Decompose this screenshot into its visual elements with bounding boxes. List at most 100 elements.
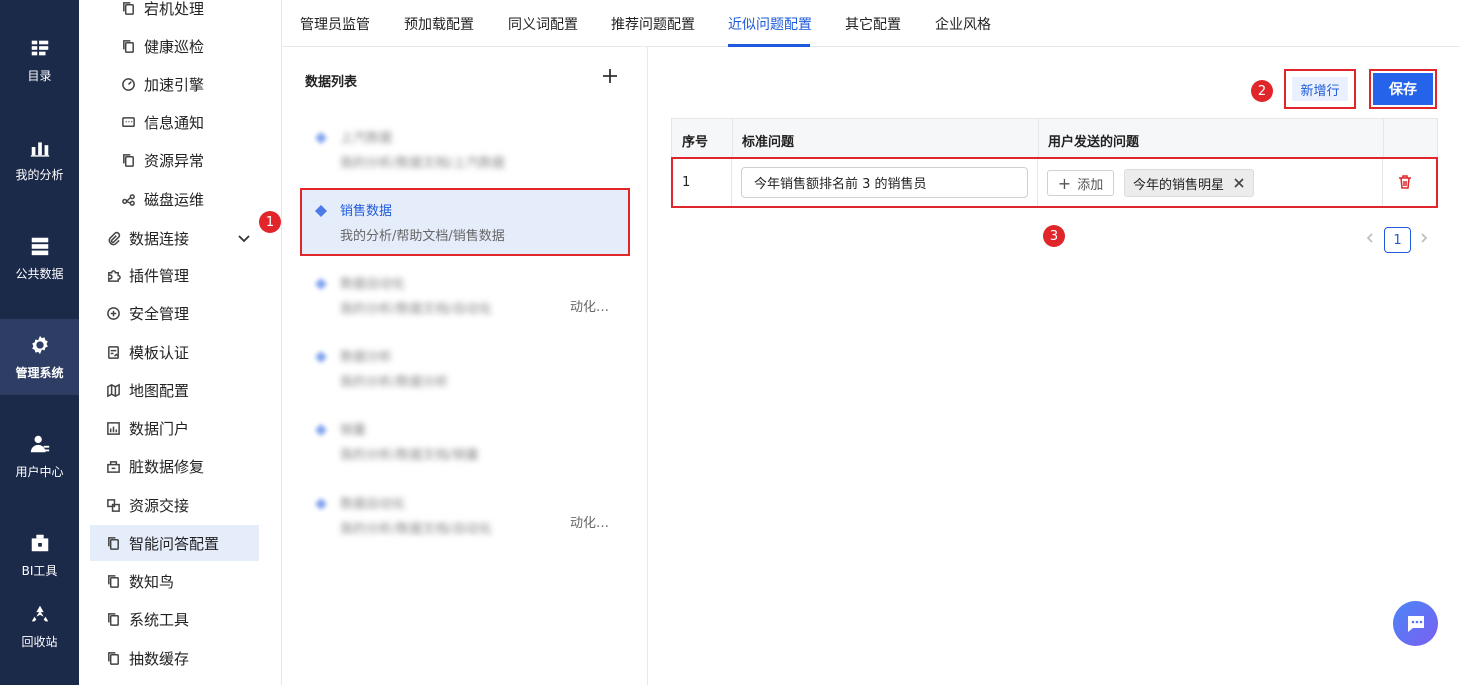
data-list-title: 数据列表 bbox=[305, 75, 358, 90]
rail-item-analysis[interactable]: 我的分析 bbox=[0, 121, 79, 197]
menu-item-health-check[interactable]: 健康巡检 bbox=[79, 28, 282, 64]
rail-label: 目录 bbox=[27, 69, 52, 83]
list-item-path: 我的分析/数据文档/销量 bbox=[340, 448, 479, 463]
menu-item-notification[interactable]: 信息通知 bbox=[79, 104, 282, 140]
save-label: 保存 bbox=[1373, 73, 1433, 105]
menu-item-map-config[interactable]: 地图配置 bbox=[79, 372, 282, 408]
list-item[interactable]: 数据自动化 我的分析/数据文档/自动化 bbox=[300, 261, 630, 329]
user-icon bbox=[28, 432, 52, 456]
menu-item-shuzhiniao[interactable]: 数知鸟 bbox=[79, 563, 282, 599]
add-data-button[interactable] bbox=[601, 67, 621, 87]
list-item-name: 销售数据 bbox=[340, 204, 393, 219]
app-rail: 目录 我的分析 公共数据 管理系统 用户中心 BI工具 回收站 bbox=[0, 0, 79, 685]
tab-enterprise-style[interactable]: 企业风格 bbox=[935, 14, 991, 34]
menu-label: 健康巡检 bbox=[144, 37, 205, 56]
column-divider bbox=[731, 159, 732, 206]
rail-item-catalog[interactable]: 目录 bbox=[0, 22, 79, 98]
certificate-icon bbox=[105, 344, 121, 360]
delete-row-button[interactable] bbox=[1397, 174, 1415, 192]
menu-item-system-tools[interactable]: 系统工具 bbox=[79, 601, 282, 637]
handover-icon bbox=[105, 497, 121, 513]
recycle-icon bbox=[28, 602, 52, 626]
rail-label: 用户中心 bbox=[15, 465, 64, 479]
trash-icon bbox=[1399, 175, 1411, 189]
list-item-path: 我的分析/帮助文档/销售数据 bbox=[340, 229, 505, 244]
puzzle-icon bbox=[105, 267, 121, 283]
config-tabs: 管理员监管 预加载配置 同义词配置 推荐问题配置 近似问题配置 其它配置 企业风… bbox=[282, 0, 1460, 47]
rail-item-public-data[interactable]: 公共数据 bbox=[0, 220, 79, 296]
menu-item-template-cert[interactable]: 模板认证 bbox=[79, 334, 282, 370]
rail-item-recycle[interactable]: 回收站 bbox=[0, 588, 79, 664]
list-item-path: 我的分析/数据文档/自动化 bbox=[340, 522, 492, 537]
list-item[interactable]: 上汽数据 我的分析/数据文档/上汽数据 bbox=[300, 115, 630, 183]
menu-item-dirty-data[interactable]: 脏数据修复 bbox=[79, 448, 282, 484]
list-item-name: 数据自动化 bbox=[340, 497, 406, 512]
chat-assistant-button[interactable] bbox=[1393, 601, 1438, 646]
tab-synonym[interactable]: 同义词配置 bbox=[508, 14, 578, 34]
standard-question-input[interactable] bbox=[741, 167, 1028, 198]
chevron-down-icon[interactable] bbox=[237, 231, 251, 245]
rail-label: BI工具 bbox=[21, 564, 58, 578]
page-number[interactable]: 1 bbox=[1384, 227, 1411, 253]
list-item[interactable]: 销量 我的分析/数据文档/销量 bbox=[300, 407, 630, 475]
table-header: 序号 标准问题 用户发送的问题 bbox=[671, 118, 1438, 158]
menu-item-plugins[interactable]: 插件管理 bbox=[79, 257, 282, 293]
add-user-question-button[interactable]: + 添加 bbox=[1047, 170, 1114, 196]
rail-label: 我的分析 bbox=[15, 168, 64, 182]
add-label: 添加 bbox=[1077, 177, 1104, 193]
tab-preload[interactable]: 预加载配置 bbox=[404, 14, 474, 34]
tab-recommend[interactable]: 推荐问题配置 bbox=[611, 14, 695, 34]
tab-admin-supervision[interactable]: 管理员监管 bbox=[300, 14, 370, 34]
column-divider bbox=[1038, 119, 1039, 158]
file-copy-icon bbox=[120, 152, 136, 168]
file-copy-icon bbox=[105, 573, 121, 589]
data-list-panel: 数据列表 上汽数据 我的分析/数据文档/上汽数据 销售数据 我的分析/帮助文档/… bbox=[282, 47, 648, 685]
menu-label: 模板认证 bbox=[129, 343, 190, 362]
admin-menu: 宕机处理 健康巡检 加速引擎 信息通知 资源异常 磁盘运维 数据连接 插件管理 … bbox=[79, 0, 282, 685]
new-row-button[interactable]: 新增行 bbox=[1284, 69, 1356, 109]
save-button[interactable]: 保存 bbox=[1369, 69, 1437, 109]
nodes-icon bbox=[120, 191, 136, 207]
menu-item-accel-engine[interactable]: 加速引擎 bbox=[79, 66, 282, 102]
file-copy-icon bbox=[105, 535, 121, 551]
menu-item-security[interactable]: 安全管理 bbox=[79, 295, 282, 331]
rail-label: 回收站 bbox=[21, 635, 58, 649]
tab-similar-question[interactable]: 近似问题配置 bbox=[728, 14, 812, 34]
next-page-icon[interactable] bbox=[1418, 232, 1432, 246]
menu-item-downtime[interactable]: 宕机处理 bbox=[79, 0, 282, 26]
paperclip-icon bbox=[105, 230, 121, 246]
menu-item-data-portal[interactable]: 数据门户 bbox=[79, 410, 282, 446]
new-row-label: 新增行 bbox=[1292, 77, 1348, 101]
column-divider bbox=[1037, 159, 1038, 206]
rail-item-user-center[interactable]: 用户中心 bbox=[0, 418, 79, 494]
list-item-path: 我的分析/数据文档/自动化 bbox=[340, 302, 492, 317]
column-divider bbox=[1382, 159, 1383, 206]
rail-item-admin[interactable]: 管理系统 bbox=[0, 319, 79, 395]
menu-label: 资源交接 bbox=[129, 496, 190, 515]
shield-icon bbox=[105, 305, 121, 321]
list-item-selected[interactable]: 销售数据 我的分析/帮助文档/销售数据 bbox=[300, 188, 630, 256]
list-item-path: 我的分析/数据文档/上汽数据 bbox=[340, 156, 505, 171]
menu-item-smart-qa[interactable]: 智能问答配置 bbox=[90, 525, 259, 561]
menu-item-disk-ops[interactable]: 磁盘运维 bbox=[79, 181, 282, 217]
list-item[interactable]: 数据分析 我的分析/数据分析 bbox=[300, 334, 630, 402]
menu-item-data-connection[interactable]: 数据连接 bbox=[79, 220, 282, 256]
database-icon bbox=[28, 234, 52, 258]
list-item-name: 上汽数据 bbox=[340, 131, 393, 146]
menu-item-extract-cache[interactable]: 抽数缓存 bbox=[79, 640, 282, 676]
menu-label: 插件管理 bbox=[129, 266, 190, 285]
menu-item-resource-anomaly[interactable]: 资源异常 bbox=[79, 142, 282, 178]
dataset-icon bbox=[315, 424, 327, 436]
close-icon[interactable] bbox=[1233, 177, 1245, 189]
column-divider bbox=[732, 119, 733, 158]
prev-page-icon[interactable] bbox=[1364, 232, 1378, 246]
active-tab-indicator bbox=[728, 44, 810, 47]
dataset-icon bbox=[315, 498, 327, 510]
tab-other[interactable]: 其它配置 bbox=[845, 14, 901, 34]
dataset-icon bbox=[315, 205, 327, 217]
menu-label: 智能问答配置 bbox=[129, 534, 220, 553]
menu-item-resource-handover[interactable]: 资源交接 bbox=[79, 487, 282, 523]
user-question-tag: 今年的销售明星 bbox=[1124, 169, 1255, 197]
row-index: 1 bbox=[682, 175, 691, 190]
rail-item-bi-tools[interactable]: BI工具 bbox=[0, 517, 79, 593]
